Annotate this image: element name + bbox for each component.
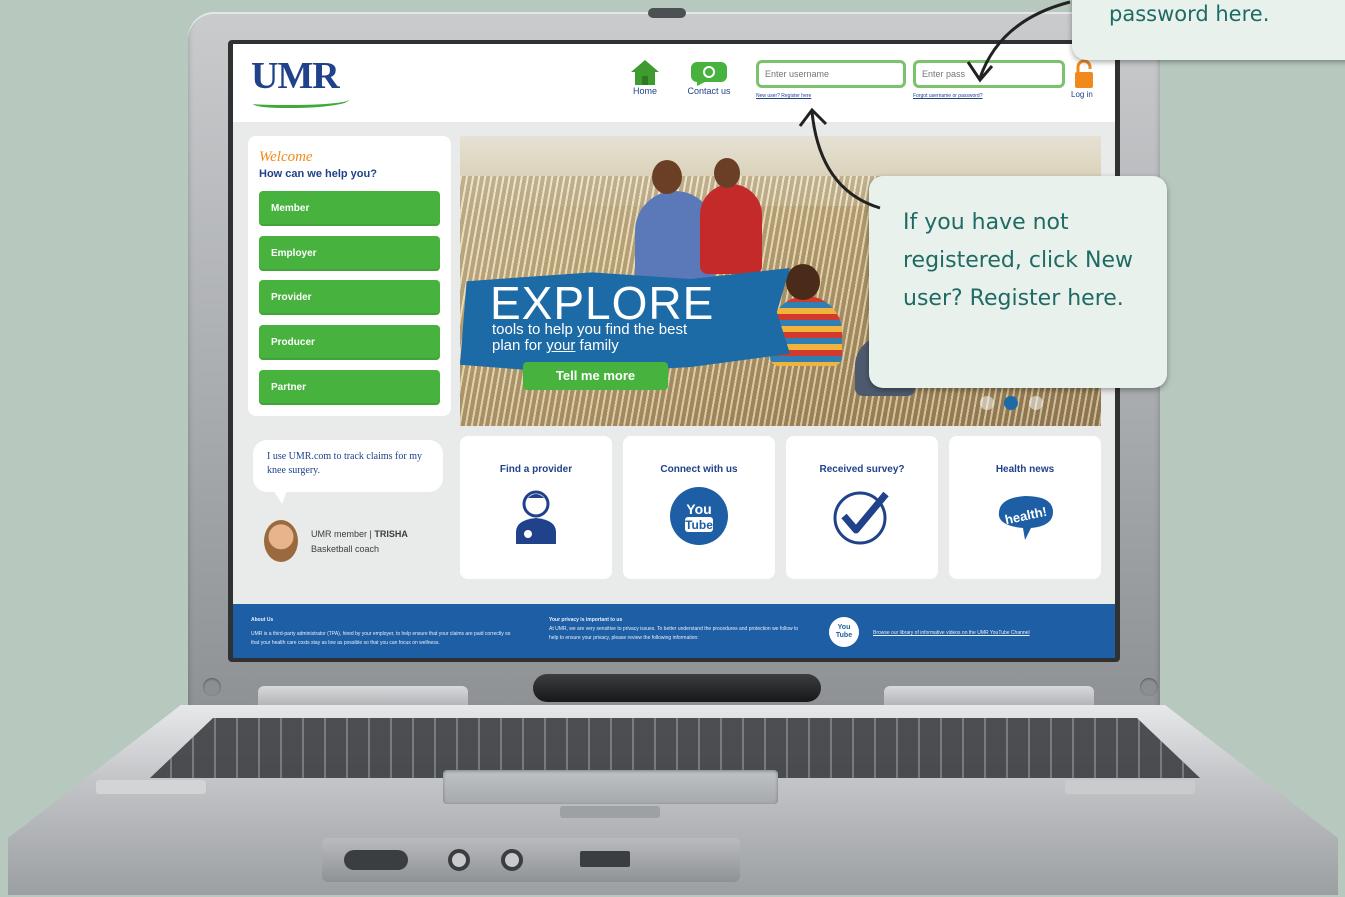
member-line: UMR member | TRISHA [311, 529, 408, 539]
tile-connect[interactable]: Connect with us You Tube [623, 436, 775, 579]
testimonial-quote: I use UMR.com to track claims for my kne… [253, 440, 443, 492]
tile-title: Connect with us [660, 464, 738, 475]
hinge-screw-right [1140, 678, 1158, 696]
card-slot [580, 851, 630, 867]
chat-bubble-icon [691, 62, 727, 86]
welcome-panel: Welcome How can we help you? Member Empl… [248, 136, 451, 416]
youtube-channel-link[interactable]: Browse our library of informative videos… [873, 629, 1030, 638]
hero-subtext-underlined: your [546, 337, 576, 354]
touchpad [443, 770, 778, 804]
webcam [648, 8, 686, 18]
footer-about-text: UMR is a third-party administrator (TPA)… [251, 631, 511, 646]
speech-bubble-tail [272, 488, 288, 504]
footer-privacy-heading: Your privacy is important to us [549, 617, 623, 623]
forgot-password-link[interactable]: Forgot username or password? [913, 93, 982, 99]
contact-link[interactable]: Contact us [679, 58, 739, 96]
tile-title: Health news [995, 464, 1055, 475]
hinge-screw-left [203, 678, 221, 696]
touchpad-button [560, 806, 660, 818]
carousel-dot[interactable] [980, 396, 994, 410]
logo-swoosh [253, 94, 349, 108]
palmrest-label-right [1065, 780, 1195, 794]
checkmark-icon [833, 491, 889, 545]
family-photo-mother-head [714, 158, 740, 188]
register-link[interactable]: New user? Register here [756, 93, 811, 99]
employer-button[interactable]: Employer [259, 236, 440, 271]
footer-privacy-text[interactable]: At UMR, we are very sensitive to privacy… [549, 625, 799, 643]
tile-title: Received survey? [819, 464, 905, 475]
svg-text:You: You [686, 501, 711, 517]
username-input[interactable] [756, 60, 906, 88]
testimonial: I use UMR.com to track claims for my kne… [248, 436, 451, 586]
contact-label: Contact us [687, 86, 731, 96]
tile-title: Find a provider [499, 464, 573, 475]
doctor-icon [516, 490, 556, 544]
umr-logo[interactable]: UMR [251, 54, 340, 98]
health-bubble-icon: health! [998, 496, 1053, 540]
keyboard [150, 718, 1200, 778]
palmrest-label-left [96, 780, 206, 794]
audio-jack-icon [501, 849, 523, 871]
partner-button[interactable]: Partner [259, 370, 440, 405]
family-photo-father-head [652, 160, 682, 194]
youtube-icon: You Tube [670, 487, 728, 545]
tile-survey[interactable]: Received survey? [786, 436, 938, 579]
carousel-dot[interactable] [1028, 396, 1043, 410]
front-switch [344, 850, 408, 870]
site-footer: About Us UMR is a third-party administra… [233, 604, 1115, 658]
welcome-subtitle: How can we help you? [259, 168, 377, 180]
carousel-dots [980, 396, 1049, 415]
provider-button[interactable]: Provider [259, 280, 440, 315]
hero-subtext: tools to help you find the best plan for… [492, 322, 762, 354]
footer-about-heading: About Us [251, 617, 274, 623]
tell-me-more-button[interactable]: Tell me more [523, 362, 668, 390]
callout-register-text: If you have not registered, click New us… [903, 210, 1133, 311]
member-button[interactable]: Member [259, 191, 440, 226]
family-photo-mother [700, 184, 762, 274]
home-icon [631, 60, 659, 85]
password-input[interactable] [913, 60, 1065, 88]
member-label: UMR member [311, 529, 368, 539]
svg-text:Tube: Tube [685, 518, 713, 532]
callout-register: If you have not registered, click New us… [869, 176, 1167, 388]
lock-icon[interactable] [1073, 58, 1095, 90]
callout-password: password here. [1072, 0, 1345, 60]
tile-find-provider[interactable]: Find a provider [460, 436, 612, 579]
speaker-grille [533, 674, 821, 702]
producer-button[interactable]: Producer [259, 325, 440, 360]
family-photo-girl-head [786, 264, 820, 300]
login-button[interactable]: Log in [1071, 90, 1093, 99]
welcome-title: Welcome [259, 149, 313, 165]
youtube-icon[interactable]: You Tube [829, 617, 859, 647]
home-label: Home [632, 86, 657, 96]
home-link[interactable]: Home [628, 58, 662, 96]
avatar [264, 520, 298, 562]
tile-health-news[interactable]: Health news health! [949, 436, 1101, 579]
hero-subtext-line1: tools to help you find the best [492, 321, 688, 338]
member-name: TRISHA [374, 529, 408, 539]
site-header: UMR Home Contact us New user? Register h… [233, 44, 1115, 122]
audio-jack-icon [448, 849, 470, 871]
member-role: Basketball coach [311, 544, 380, 554]
callout-password-text: password here. [1109, 2, 1270, 26]
hero-subtext-suffix: family [575, 337, 619, 354]
hero-subtext-prefix: plan for [492, 337, 547, 354]
carousel-dot-active[interactable] [1004, 396, 1019, 410]
